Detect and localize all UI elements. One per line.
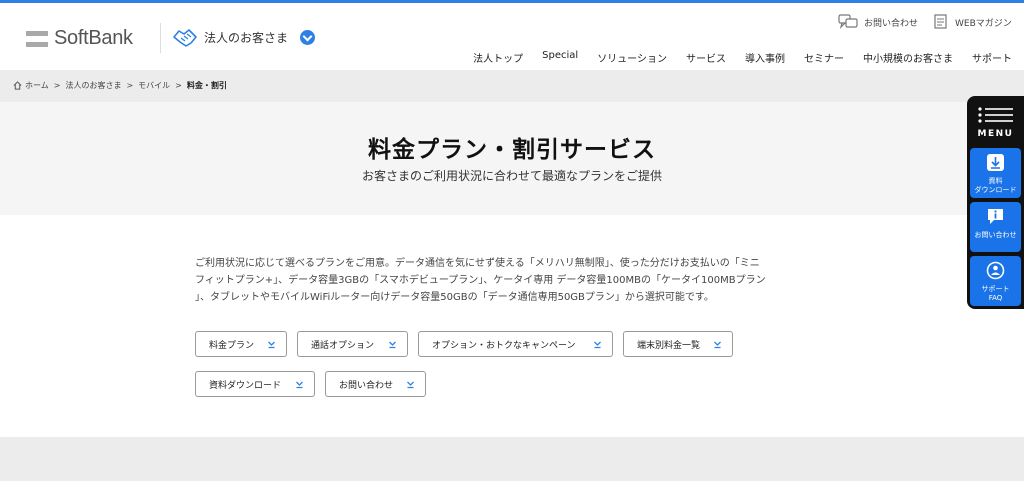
utility-magazine-link[interactable]: WEBマガジン <box>933 14 1012 30</box>
side-contact-label: お問い合わせ <box>974 231 1017 239</box>
support-person-icon <box>986 261 1005 280</box>
anchor-label: オプション・おトクなキャンペーン <box>432 340 576 351</box>
breadcrumb: ホーム > 法人のお客さま > モバイル > 料金・割引 <box>13 80 227 91</box>
header-divider <box>160 23 161 53</box>
breadcrumb-separator: > <box>126 81 134 90</box>
side-faq-label: サポート FAQ <box>981 285 1010 302</box>
floating-side-menu: MENU 資料 ダウンロード お問い合わせ サポート FAQ <box>967 96 1024 309</box>
anchor-button-plans[interactable]: 料金プラン <box>195 331 287 357</box>
hamburger-icon <box>978 107 1013 123</box>
anchor-label: 資料ダウンロード <box>209 380 282 391</box>
nav-item-smb[interactable]: 中小規模のお客さま <box>863 50 953 65</box>
anchor-button-downloads[interactable]: 資料ダウンロード <box>195 371 315 397</box>
chevron-down-icon <box>296 381 303 389</box>
breadcrumb-separator: > <box>53 81 61 90</box>
handshake-icon <box>173 29 197 47</box>
breadcrumb-current: 料金・割引 <box>186 81 227 90</box>
intro-line: フィットプラン+」、データ容量3GBの「スマホデビュープラン」、ケータイ専用 デ… <box>195 275 766 286</box>
hero-section: 料金プラン・割引サービス お客さまのご利用状況に合わせて最適なプランをご提供 <box>0 102 1024 215</box>
intro-line: ご利用状況に応じて選べるプランをご用意。データ通信を気にせず使える「メリハリ無制… <box>195 258 760 269</box>
chevron-down-icon <box>389 341 396 349</box>
breadcrumb-mobile[interactable]: モバイル <box>138 80 170 91</box>
side-download-label: 資料 ダウンロード <box>974 177 1017 194</box>
document-icon <box>934 14 947 29</box>
utility-contact-label: お問い合わせ <box>864 18 919 29</box>
download-icon <box>987 154 1004 171</box>
intro-line: 」、タブレットやモバイルWiFiルーター向けデータ容量50GBの「データ通信専用… <box>195 292 714 303</box>
nav-item-support[interactable]: サポート <box>972 50 1012 65</box>
footer-band <box>0 437 1024 481</box>
home-icon <box>13 81 22 90</box>
global-nav: 法人トップ Special ソリューション サービス 導入事例 セミナー 中小規… <box>454 50 1012 65</box>
anchor-button-device-prices[interactable]: 端末別料金一覧 <box>623 331 733 357</box>
segment-selector[interactable]: 法人のお客さま <box>172 25 316 49</box>
nav-item-seminars[interactable]: セミナー <box>804 50 844 65</box>
chevron-down-icon <box>594 341 601 349</box>
nav-item-services[interactable]: サービス <box>686 50 726 65</box>
segment-label: 法人のお客さま <box>204 30 289 45</box>
site-header: SoftBank 法人のお客さま お問い合わせ WEBマガジン 法人トップ Sp… <box>0 3 1024 70</box>
chevron-down-icon <box>407 381 414 389</box>
page-subtitle: お客さまのご利用状況に合わせて最適なプランをご提供 <box>361 169 662 183</box>
nav-item-case-studies[interactable]: 導入事例 <box>745 50 785 65</box>
side-download-button[interactable]: 資料 ダウンロード <box>970 148 1021 198</box>
side-menu-toggle[interactable]: MENU <box>967 96 1024 144</box>
anchor-button-options-campaigns[interactable]: オプション・おトクなキャンペーン <box>418 331 613 357</box>
softbank-logo[interactable]: SoftBank <box>26 27 133 50</box>
utility-contact-link[interactable]: お問い合わせ <box>838 14 918 30</box>
anchor-label: お問い合わせ <box>339 380 394 391</box>
breadcrumb-bar: ホーム > 法人のお客さま > モバイル > 料金・割引 <box>0 70 1024 102</box>
nav-item-solutions[interactable]: ソリューション <box>597 50 667 65</box>
logo-bars-icon <box>26 30 48 47</box>
side-faq-button[interactable]: サポート FAQ <box>970 256 1021 306</box>
anchor-button-call-options[interactable]: 通話オプション <box>297 331 408 357</box>
breadcrumb-separator: > <box>175 81 182 90</box>
chevron-down-icon[interactable] <box>300 29 316 45</box>
chevron-down-icon <box>714 341 721 349</box>
nav-item-corporate-top[interactable]: 法人トップ <box>473 50 523 65</box>
intro-text: ご利用状況に応じて選べるプランをご用意。データ通信を気にせず使える「メリハリ無制… <box>195 255 825 306</box>
anchor-label: 端末別料金一覧 <box>637 340 701 351</box>
nav-item-special[interactable]: Special <box>542 50 578 65</box>
logo-text: SoftBank <box>54 27 133 49</box>
breadcrumb-home[interactable]: ホーム <box>25 80 49 91</box>
side-menu-label: MENU <box>977 129 1014 139</box>
page-title: 料金プラン・割引サービス <box>368 137 656 163</box>
side-contact-button[interactable]: お問い合わせ <box>970 202 1021 252</box>
chat-bubbles-icon <box>838 14 858 29</box>
anchor-label: 通話オプション <box>311 340 375 351</box>
anchor-button-contact[interactable]: お問い合わせ <box>325 371 426 397</box>
info-chat-icon <box>988 209 1003 224</box>
chevron-down-icon <box>268 341 275 349</box>
anchor-label: 料金プラン <box>209 340 255 351</box>
breadcrumb-corporate[interactable]: 法人のお客さま <box>65 80 121 91</box>
utility-magazine-label: WEBマガジン <box>955 18 1012 29</box>
